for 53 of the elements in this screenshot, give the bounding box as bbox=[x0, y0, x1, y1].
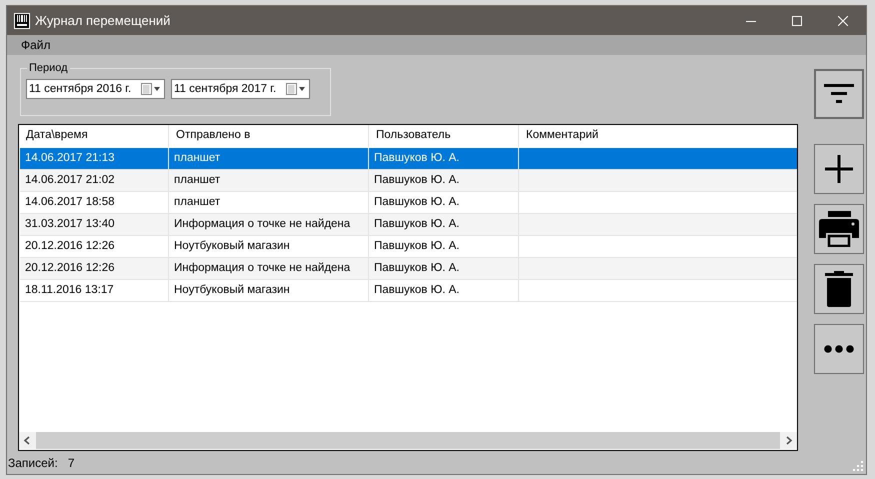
printer-icon bbox=[819, 211, 859, 247]
table-cell: Павшуков Ю. А. bbox=[369, 214, 519, 235]
table-cell: Павшуков Ю. А. bbox=[369, 170, 519, 191]
column-header[interactable]: Отправлено в bbox=[169, 125, 369, 147]
trash-icon bbox=[825, 270, 853, 308]
date-picker[interactable]: 11 сентября 2017 г. bbox=[171, 79, 310, 99]
filter-icon bbox=[824, 82, 854, 106]
table-cell: планшет bbox=[169, 148, 369, 169]
group-label: Период bbox=[28, 62, 69, 74]
delete-button[interactable] bbox=[814, 264, 864, 314]
table-cell: Павшуков Ю. А. bbox=[369, 236, 519, 257]
record-count-label: Записей: bbox=[8, 456, 58, 470]
table-cell: 14.06.2017 18:58 bbox=[20, 192, 169, 213]
window-title: Журнал перемещений bbox=[35, 13, 170, 28]
resize-grip-icon[interactable] bbox=[853, 461, 863, 471]
table-cell: Павшуков Ю. А. bbox=[369, 280, 519, 301]
plus-icon bbox=[825, 155, 853, 183]
table-cell: планшет bbox=[169, 170, 369, 191]
column-header[interactable]: Пользователь bbox=[369, 125, 519, 147]
maximize-icon bbox=[792, 16, 802, 26]
column-header[interactable]: Комментарий bbox=[519, 125, 796, 147]
menu-item[interactable]: Файл bbox=[15, 36, 57, 54]
table-cell: планшет bbox=[169, 192, 369, 213]
calendar-icon bbox=[141, 83, 161, 95]
calendar-icon bbox=[286, 83, 306, 95]
close-icon bbox=[838, 16, 848, 26]
table-row[interactable]: 14.06.2017 21:13 планшет Павшуков Ю. А. bbox=[20, 148, 797, 170]
record-count: 7 bbox=[68, 456, 75, 470]
date-picker[interactable]: 11 сентября 2016 г. bbox=[26, 79, 165, 99]
table-row[interactable]: 20.12.2016 12:26 Информация о точке не найдена Павшуков Ю. А. bbox=[20, 258, 797, 280]
table-cell: 18.11.2016 13:17 bbox=[20, 280, 169, 301]
column-header[interactable]: Дата\время bbox=[19, 125, 169, 147]
table-cell: 20.12.2016 12:26 bbox=[20, 236, 169, 257]
table-cell: 20.12.2016 12:26 bbox=[20, 258, 169, 279]
table-cell: Павшуков Ю. А. bbox=[369, 192, 519, 213]
table-cell: Ноутбуковый магазин bbox=[169, 280, 369, 301]
more-icon bbox=[824, 345, 854, 353]
table-cell: 14.06.2017 21:02 bbox=[20, 170, 169, 191]
app-icon bbox=[14, 12, 30, 28]
more-button[interactable] bbox=[814, 324, 864, 374]
print-button[interactable] bbox=[814, 204, 864, 254]
table-cell: 14.06.2017 21:13 bbox=[20, 148, 169, 169]
table-cell: Павшуков Ю. А. bbox=[369, 258, 519, 279]
table-cell: 31.03.2017 13:40 bbox=[20, 214, 169, 235]
table-cell: Информация о точке не найдена bbox=[169, 258, 369, 279]
table-cell: Павшуков Ю. А. bbox=[369, 148, 519, 169]
table-row[interactable]: 18.11.2016 13:17 Ноутбуковый магазин Павшуков Ю. А. bbox=[20, 280, 797, 302]
table-row[interactable]: 31.03.2017 13:40 Информация о точке не найдена Павшуков Ю. А. bbox=[20, 214, 797, 236]
table-cell: Информация о точке не найдена bbox=[169, 214, 369, 235]
add-button[interactable] bbox=[814, 144, 864, 194]
filter-button[interactable] bbox=[814, 69, 864, 119]
table-cell: Ноутбуковый магазин bbox=[169, 236, 369, 257]
table-row[interactable]: 14.06.2017 21:02 планшет Павшуков Ю. А. bbox=[20, 170, 797, 192]
